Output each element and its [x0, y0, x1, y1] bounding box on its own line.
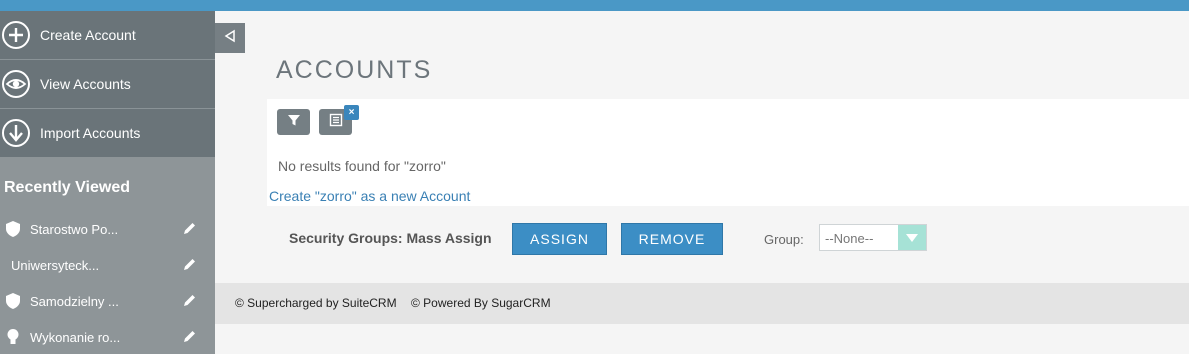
recent-item[interactable]: Samodzielny ... [0, 283, 215, 319]
page-title: ACCOUNTS [276, 56, 433, 84]
recent-item-label: Starostwo Po... [30, 221, 119, 237]
recent-item[interactable]: Wykonanie ro... [0, 319, 215, 354]
clear-filter-button[interactable]: × [344, 105, 359, 120]
eye-icon [0, 69, 31, 100]
create-account-label: Create Account [40, 27, 136, 43]
create-account-link[interactable]: Create "zorro" as a new Account [269, 188, 470, 204]
recent-item[interactable]: Starostwo Po... [0, 211, 215, 247]
remove-button[interactable]: REMOVE [621, 223, 723, 255]
pencil-icon[interactable] [182, 293, 197, 311]
recent-item[interactable]: Uniwersyteck... [0, 247, 215, 283]
create-account-action[interactable]: Create Account [0, 11, 215, 60]
suitecrm-credit-link[interactable]: © Supercharged by SuiteCRM [235, 296, 397, 310]
recently-viewed-heading: Recently Viewed [4, 179, 130, 196]
collapse-sidebar-button[interactable] [215, 23, 245, 53]
sugarcrm-credit-link[interactable]: © Powered By SugarCRM [411, 296, 551, 310]
view-accounts-label: View Accounts [40, 76, 131, 92]
mass-assign-label: Security Groups: Mass Assign [289, 230, 492, 246]
pencil-icon[interactable] [182, 329, 197, 347]
sidebar: Create Account View Accounts Import Acco… [0, 11, 215, 354]
filter-icon [287, 113, 301, 132]
triangle-left-icon [223, 29, 237, 48]
sidebar-actions: Create Account View Accounts Import Acco… [0, 11, 215, 157]
import-accounts-action[interactable]: Import Accounts [0, 109, 215, 157]
chevron-down-icon [898, 225, 926, 250]
main-content: ACCOUNTS × No results found for "zorro" … [215, 11, 1189, 354]
filter-button[interactable] [277, 109, 310, 135]
pencil-icon[interactable] [182, 257, 197, 275]
lightbulb-icon [3, 328, 23, 346]
no-results-message: No results found for "zorro" [278, 158, 446, 174]
columns-icon [329, 113, 343, 132]
shield-icon [3, 220, 23, 238]
plus-circle-icon [0, 20, 31, 51]
group-select[interactable]: --None-- [819, 224, 927, 251]
recent-item-label: Samodzielny ... [30, 293, 119, 309]
top-bar [0, 0, 1189, 11]
shield-icon [3, 292, 23, 310]
pencil-icon[interactable] [182, 221, 197, 239]
import-accounts-label: Import Accounts [40, 125, 141, 141]
recent-item-label: Wykonanie ro... [30, 329, 121, 345]
download-circle-icon [0, 118, 31, 149]
group-select-value: --None-- [825, 231, 874, 246]
footer: © Supercharged by SuiteCRM © Powered By … [215, 283, 1189, 324]
view-accounts-action[interactable]: View Accounts [0, 60, 215, 109]
assign-button[interactable]: ASSIGN [512, 223, 607, 255]
recent-item-label: Uniwersyteck... [11, 257, 100, 273]
group-label: Group: [764, 232, 804, 247]
